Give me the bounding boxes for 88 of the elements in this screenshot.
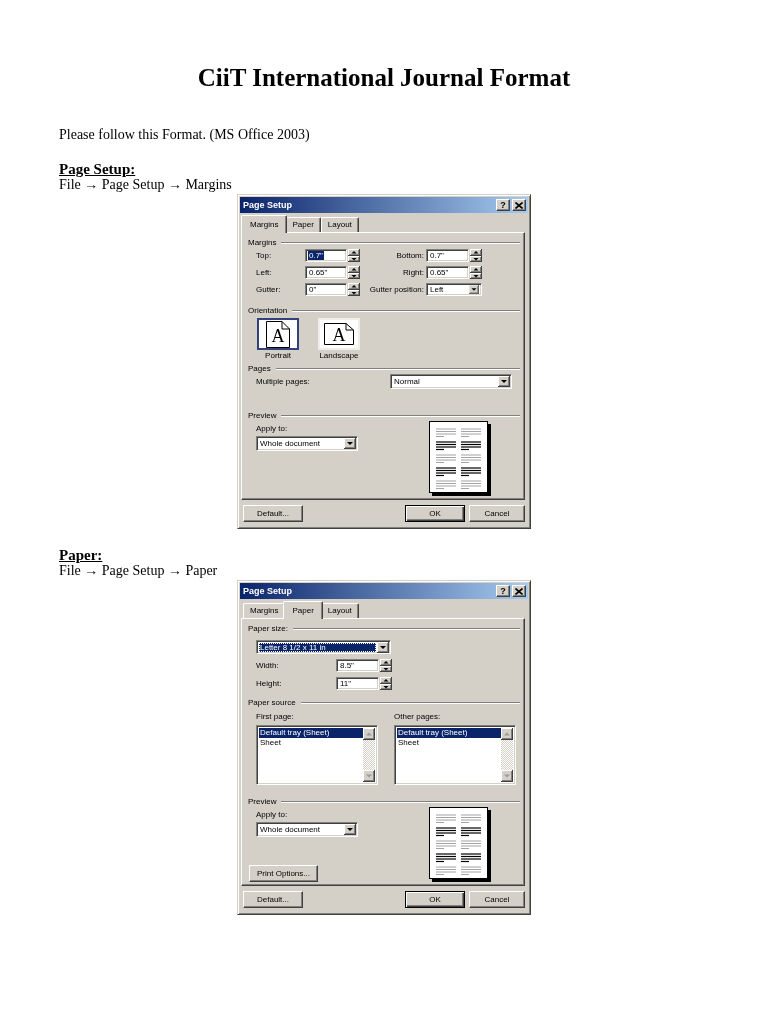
spinner-icon[interactable] [348,249,360,262]
down-arrow-icon[interactable] [363,770,375,782]
close-icon [515,587,523,595]
spin-field[interactable]: 8.5" [336,659,379,672]
option-label: Portrait [265,351,291,361]
down-arrow-icon[interactable] [468,285,480,294]
spinner-icon[interactable] [380,677,392,690]
dialog-button[interactable]: OK [405,891,465,908]
help-button[interactable]: ? [496,585,510,597]
option-label: Landscape [319,351,359,361]
field-label: First page: [256,712,295,722]
dialog-button[interactable]: OK [405,505,465,522]
down-arrow-icon[interactable] [377,641,389,653]
up-arrow-icon[interactable] [501,728,513,740]
group-label: Preview [248,411,277,421]
dialog-button[interactable]: Cancel [469,505,525,522]
tab[interactable]: Margins [241,215,288,233]
document-title: CiiT International Journal Format [197,63,571,93]
spin-field[interactable]: 0.7" [305,249,347,262]
page-icon: A [266,320,290,348]
down-arrow-icon[interactable] [501,770,513,782]
group-label: Paper source [248,698,296,708]
section-heading: Paper: [59,547,103,563]
tab[interactable]: Paper [283,601,323,619]
dropdown[interactable]: Whole document [256,822,358,837]
list-item[interactable]: Sheet [397,738,501,748]
field-label: Gutter: [256,284,282,295]
scrollbar[interactable] [363,728,375,782]
group-label: Pages [248,364,271,374]
close-icon [515,201,523,209]
dropdown[interactable]: Normal [390,374,512,389]
spin-field[interactable]: 11" [336,677,379,690]
close-button[interactable] [512,199,526,211]
spinner-icon[interactable] [348,283,360,296]
spin-field[interactable]: 0.65" [426,266,469,279]
close-button[interactable] [512,585,526,597]
dialog-button[interactable]: Cancel [469,891,525,908]
field-label: Right: [402,267,425,278]
tab[interactable]: Paper [285,217,321,232]
section-heading: Page Setup: [59,161,136,177]
group-label: Preview [248,797,277,807]
field-label: Bottom: [395,250,425,261]
group-label: Orientation [248,306,288,316]
spin-field[interactable]: 0.7" [426,249,469,262]
field-label: Apply to: [256,810,288,820]
page-icon: A [324,323,354,345]
dialog-button[interactable]: Print Options... [249,865,318,882]
list-box[interactable]: Default tray (Sheet) Sheet [394,725,516,785]
field-label: Gutter position: [368,284,425,295]
field-label: Multiple pages: [256,376,310,387]
dialog-button[interactable]: Default... [243,505,303,522]
field-label: Width: [256,660,280,671]
tab[interactable]: Layout [320,217,359,232]
orientation-toggle[interactable]: A [318,318,360,350]
spinner-icon[interactable] [380,659,392,672]
down-arrow-icon[interactable] [344,438,356,449]
group-label: Margins [248,238,277,248]
list-item[interactable]: Default tray (Sheet) [397,728,501,738]
list-item[interactable]: Sheet [259,738,363,748]
menu-path: File → Page Setup → Paper [59,563,218,579]
spin-field[interactable]: 0.65" [305,266,347,279]
down-arrow-icon[interactable] [344,824,356,835]
dropdown[interactable]: Whole document [256,436,358,451]
field-label: Height: [256,678,283,689]
list-box[interactable]: Default tray (Sheet) Sheet [256,725,378,785]
up-arrow-icon[interactable] [363,728,375,740]
help-button[interactable]: ? [496,199,510,211]
intro-text: Please follow this Format. (MS Office 2003) [59,127,310,143]
field-label: Top: [256,250,273,261]
field-label: Apply to: [256,424,288,434]
dialog-button[interactable]: Default... [243,891,303,908]
list-item[interactable]: Default tray (Sheet) [259,728,363,738]
spin-field[interactable]: 0" [305,283,347,296]
group-label: Paper size: [248,624,289,634]
scrollbar[interactable] [501,728,513,782]
menu-path: File → Page Setup → Margins [59,177,232,193]
orientation-toggle[interactable]: A [257,318,299,350]
down-arrow-icon[interactable] [498,376,510,387]
field-label: Other pages: [394,712,442,722]
spinner-icon[interactable] [470,266,482,279]
spinner-icon[interactable] [470,249,482,262]
dropdown[interactable]: Left [426,283,482,296]
window-title: Page Setup [243,199,293,211]
spinner-icon[interactable] [348,266,360,279]
field-label: Left: [256,267,273,278]
dropdown[interactable]: Letter 8 1/2 x 11 in [256,640,391,654]
window-title: Page Setup [243,585,293,597]
tab[interactable]: Margins [243,603,286,618]
